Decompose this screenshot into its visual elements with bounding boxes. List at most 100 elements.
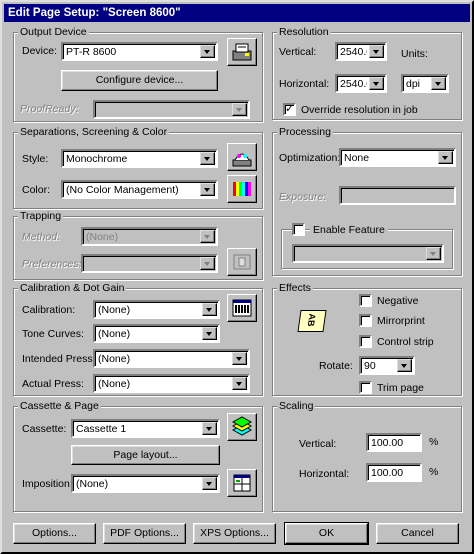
chevron-down-icon[interactable] xyxy=(431,77,446,90)
imposition-select[interactable]: (None) xyxy=(71,474,220,493)
preferences-select[interactable] xyxy=(81,254,218,273)
style-select[interactable]: Monochrome xyxy=(61,149,218,168)
enable-feature-checkbox[interactable] xyxy=(292,223,305,236)
calibration-label: Calibration: xyxy=(22,304,76,316)
scaling-title: Scaling xyxy=(277,400,316,412)
rotate-label: Rotate: xyxy=(319,360,353,372)
paper-stack-icon xyxy=(231,416,253,436)
chevron-down-icon[interactable] xyxy=(200,230,215,243)
color-label: Color: xyxy=(22,184,51,196)
ok-button[interactable]: OK xyxy=(284,522,369,545)
exposure-label: Exposure: xyxy=(279,191,327,203)
scaling-horizontal-input[interactable]: 100.00 xyxy=(366,463,422,482)
configure-device-button[interactable]: Configure device... xyxy=(61,70,218,91)
actual-press-label: Actual Press: xyxy=(22,378,84,390)
horizontal-res-select[interactable]: 2540.0 xyxy=(335,74,387,93)
cassette-title: Cassette & Page xyxy=(18,400,101,412)
preferences-label: Preferences: xyxy=(22,258,82,270)
units-select[interactable]: dpi xyxy=(401,74,449,93)
chevron-down-icon[interactable] xyxy=(202,477,217,490)
calibration-group: Calibration & Dot Gain Calibration: (Non… xyxy=(13,282,263,396)
rotate-select[interactable]: 90 xyxy=(359,356,415,375)
color-select[interactable]: (No Color Management) xyxy=(61,180,218,199)
scaling-horizontal-percent: % xyxy=(429,466,439,478)
page-setup-dialog: Edit Page Setup: "Screen 8600" Output De… xyxy=(0,0,474,554)
negative-checkbox[interactable] xyxy=(359,294,372,307)
color-settings-button[interactable] xyxy=(227,175,257,203)
scaling-group: Scaling Vertical: 100.00 % Horizontal: 1… xyxy=(272,400,462,512)
device-settings-button[interactable] xyxy=(227,38,257,66)
calibration-title: Calibration & Dot Gain xyxy=(18,282,127,294)
resolution-title: Resolution xyxy=(277,26,331,38)
control-strip-checkbox[interactable] xyxy=(359,335,372,348)
chevron-down-icon[interactable] xyxy=(426,247,441,260)
cassette-label: Cassette: xyxy=(22,423,67,435)
trapping-title: Trapping xyxy=(18,210,64,222)
trim-page-checkbox[interactable] xyxy=(359,381,372,394)
trapping-settings-button[interactable] xyxy=(227,248,257,276)
tone-curves-select[interactable]: (None) xyxy=(93,324,220,343)
page-layout-button[interactable]: Page layout... xyxy=(71,445,220,465)
chevron-down-icon[interactable] xyxy=(200,183,215,196)
chevron-down-icon[interactable] xyxy=(200,257,215,270)
chevron-down-icon[interactable] xyxy=(200,152,215,165)
cancel-button[interactable]: Cancel xyxy=(376,523,459,544)
intended-press-label: Intended Press: xyxy=(22,353,96,365)
device-label: Device: xyxy=(22,45,58,57)
imposition-icon xyxy=(233,474,251,492)
chevron-down-icon[interactable] xyxy=(202,303,217,316)
method-label: Method: xyxy=(22,231,60,243)
chevron-down-icon[interactable] xyxy=(369,77,384,90)
feature-select[interactable] xyxy=(292,244,444,263)
scaling-vertical-label: Vertical: xyxy=(299,438,337,450)
override-resolution-checkbox[interactable] xyxy=(283,102,296,116)
horizontal-res-label: Horizontal: xyxy=(279,78,330,90)
output-device-group: Output Device Device: PT-R 8600 Configur… xyxy=(13,26,263,122)
calibration-settings-button[interactable] xyxy=(227,294,257,322)
cassette-settings-button[interactable] xyxy=(227,413,257,441)
optimization-select[interactable]: None xyxy=(339,148,456,167)
color-bars-icon xyxy=(233,182,251,196)
negative-label: Negative xyxy=(377,295,419,307)
printer-icon xyxy=(232,43,252,61)
separations-title: Separations, Screening & Color xyxy=(18,126,170,138)
orientation-preview: AB xyxy=(297,310,327,332)
chevron-down-icon[interactable] xyxy=(369,45,384,58)
effects-title: Effects xyxy=(277,282,313,294)
enable-feature-label: Enable Feature xyxy=(310,224,388,236)
mirrorprint-checkbox[interactable] xyxy=(359,314,372,327)
calibration-icon xyxy=(232,299,252,317)
chevron-down-icon[interactable] xyxy=(200,45,215,58)
chevron-down-icon[interactable] xyxy=(202,422,217,435)
cassette-select[interactable]: Cassette 1 xyxy=(71,419,220,438)
xps-options-button[interactable]: XPS Options... xyxy=(193,523,276,544)
options-button[interactable]: Options... xyxy=(13,523,96,544)
vertical-res-select[interactable]: 2540.0 xyxy=(335,42,387,61)
cassette-group: Cassette & Page Cassette: Cassette 1 Pag… xyxy=(13,400,263,512)
chevron-down-icon[interactable] xyxy=(232,377,247,390)
style-label: Style: xyxy=(22,153,49,165)
output-device-title: Output Device xyxy=(18,26,89,38)
imposition-settings-button[interactable] xyxy=(227,469,257,497)
actual-press-select[interactable]: (None) xyxy=(93,374,250,393)
proofready-select[interactable] xyxy=(93,100,250,119)
pdf-options-button[interactable]: PDF Options... xyxy=(103,523,186,544)
device-select[interactable]: PT-R 8600 xyxy=(61,42,218,61)
separations-group: Separations, Screening & Color Style: Mo… xyxy=(13,126,263,209)
scaling-vertical-input[interactable]: 100.00 xyxy=(366,433,422,452)
style-settings-button[interactable] xyxy=(227,143,257,171)
tone-curves-label: Tone Curves: xyxy=(22,328,84,340)
method-select[interactable]: (None) xyxy=(81,227,218,246)
exposure-input[interactable] xyxy=(339,186,456,205)
calibration-select[interactable]: (None) xyxy=(93,300,220,319)
control-strip-label: Control strip xyxy=(377,336,434,348)
chevron-down-icon[interactable] xyxy=(202,327,217,340)
chevron-down-icon[interactable] xyxy=(397,359,412,372)
chevron-down-icon[interactable] xyxy=(232,352,247,365)
units-label: Units: xyxy=(401,48,428,60)
chevron-down-icon[interactable] xyxy=(438,151,453,164)
optimization-label: Optimization: xyxy=(279,152,341,164)
chevron-down-icon[interactable] xyxy=(232,103,247,116)
imposition-label: Imposition: xyxy=(22,478,73,490)
intended-press-select[interactable]: (None) xyxy=(93,349,250,368)
